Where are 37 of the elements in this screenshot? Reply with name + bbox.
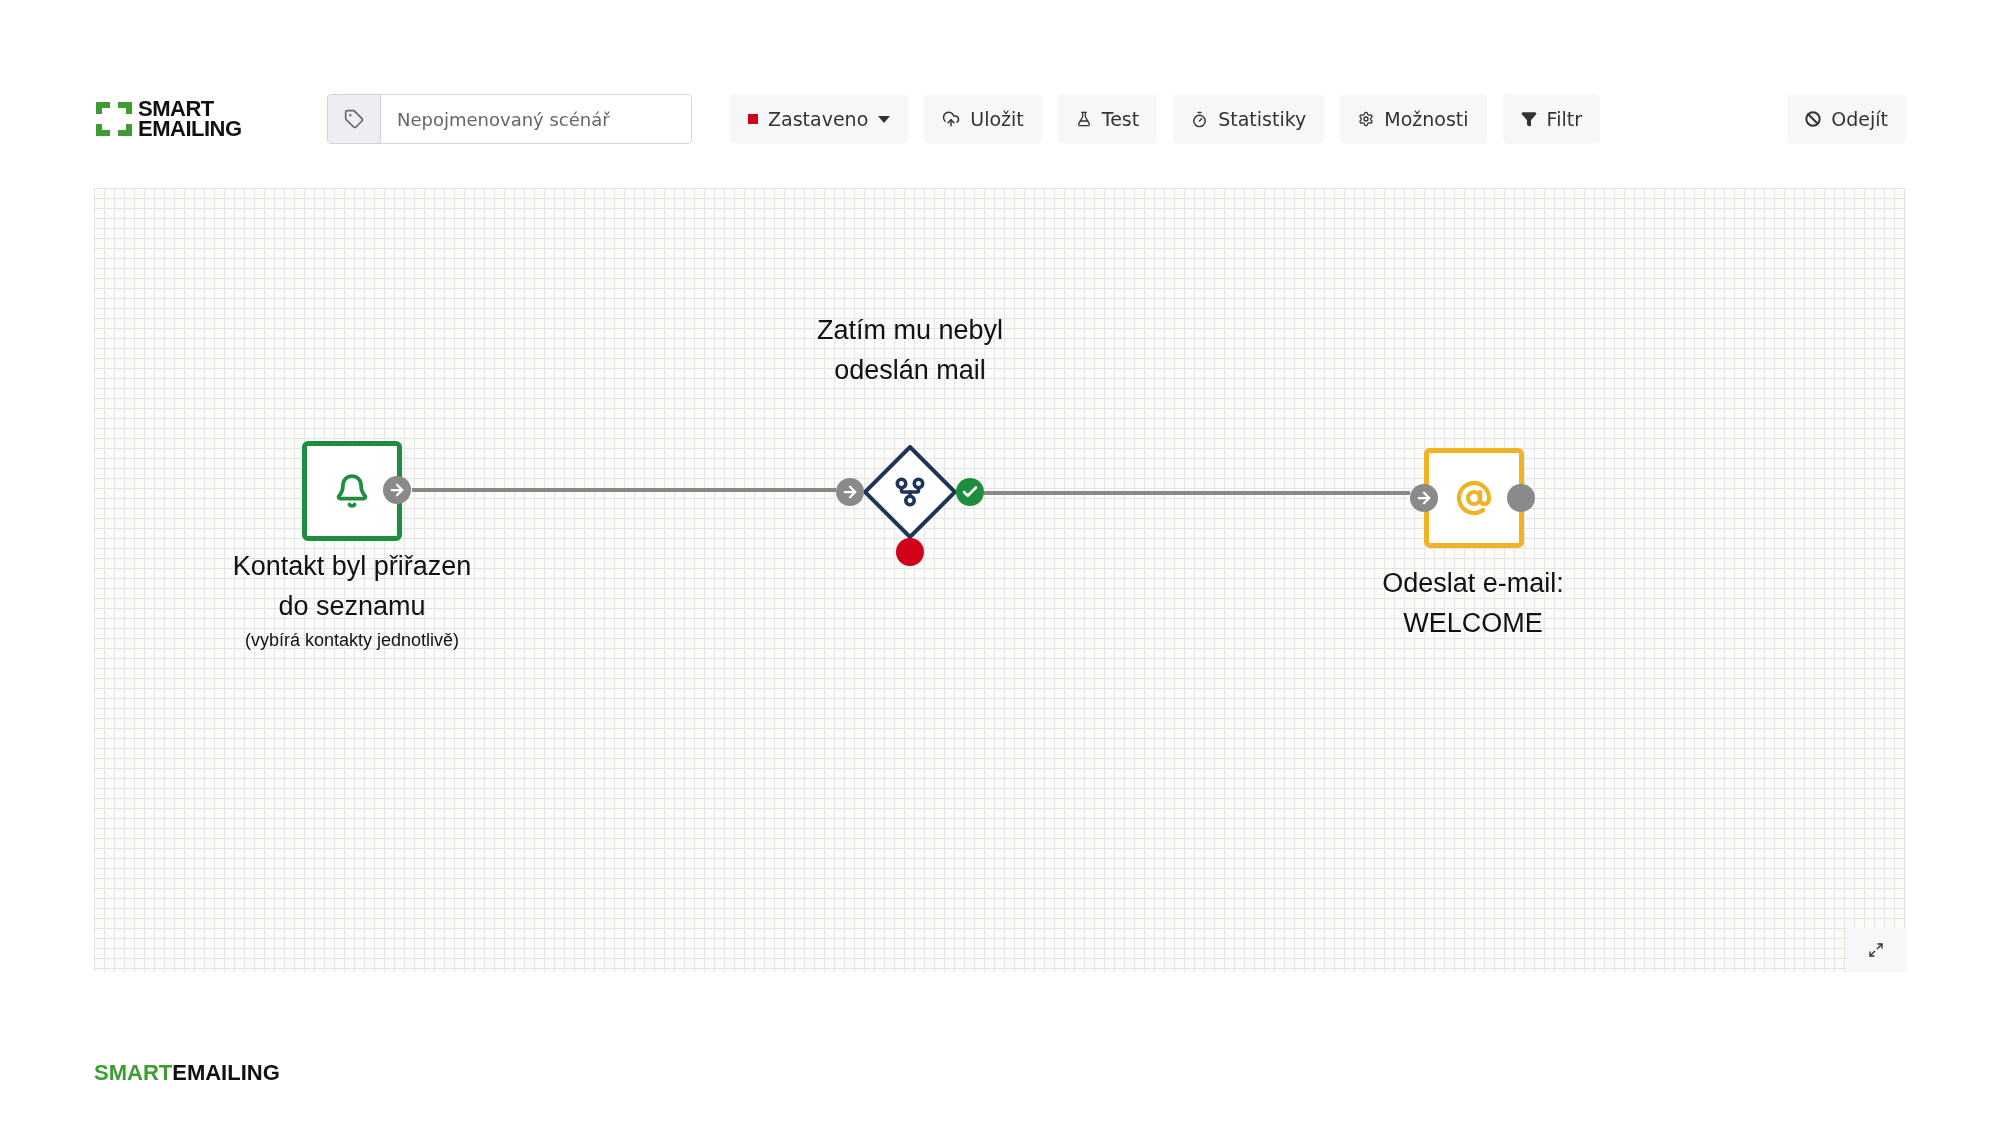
expand-icon xyxy=(1868,942,1884,958)
node-label: Zatím mu nebyl odeslán mail xyxy=(815,314,1005,387)
logo-text: SMART EMAILING xyxy=(138,99,242,139)
input-port-icon[interactable] xyxy=(836,478,864,506)
at-sign-icon xyxy=(1456,480,1492,516)
node-label: Odeslat e-mail: WELCOME xyxy=(1381,567,1565,640)
output-port-icon[interactable] xyxy=(1507,484,1535,512)
statistics-button[interactable]: Statistiky xyxy=(1173,94,1325,144)
caret-icon xyxy=(878,115,891,123)
status-dropdown[interactable]: Zastaveno xyxy=(730,94,909,144)
ban-icon xyxy=(1805,111,1822,127)
test-button[interactable]: Test xyxy=(1057,94,1158,144)
input-port-icon[interactable] xyxy=(1410,484,1438,512)
tag-icon xyxy=(344,109,364,129)
footer-logo: SMARTEMAILING xyxy=(94,1060,281,1086)
beaker-icon xyxy=(1075,111,1092,127)
cloud-upload-icon xyxy=(942,110,961,128)
node-note: (vybírá kontakty jednotlivě) xyxy=(243,630,461,651)
bell-icon xyxy=(334,473,370,509)
node-label: Kontakt byl přiřazen do seznamu xyxy=(231,550,473,623)
scenario-name-field[interactable]: Nepojmenovaný scénář xyxy=(327,94,692,144)
fullscreen-button[interactable] xyxy=(1846,928,1906,972)
trigger-node[interactable] xyxy=(302,441,402,541)
no-port-icon[interactable] xyxy=(896,538,924,566)
filter-icon xyxy=(1520,111,1537,127)
save-button[interactable]: Uložit xyxy=(924,94,1042,144)
gear-icon xyxy=(1358,111,1375,127)
condition-node[interactable] xyxy=(863,445,957,539)
options-button[interactable]: Možnosti xyxy=(1340,94,1487,144)
stopwatch-icon xyxy=(1191,110,1209,128)
exit-button[interactable]: Odejít xyxy=(1787,94,1906,144)
logo-mark-icon xyxy=(94,100,134,138)
yes-port-icon[interactable] xyxy=(956,478,984,506)
email-node[interactable] xyxy=(1424,448,1524,548)
output-port-icon[interactable] xyxy=(383,476,411,504)
filter-button[interactable]: Filtr xyxy=(1502,94,1600,144)
split-icon xyxy=(897,479,923,505)
